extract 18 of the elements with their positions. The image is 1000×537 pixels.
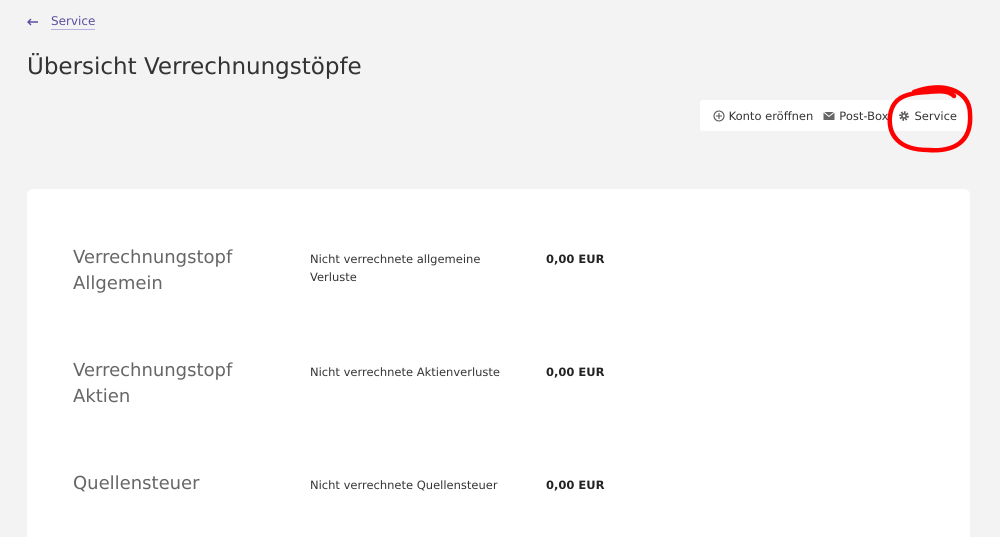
plus-circle-icon (712, 110, 725, 122)
pot-amount: 0,00 EUR (546, 252, 604, 266)
pot-amount: 0,00 EUR (546, 365, 604, 379)
toolbar-button[interactable]: Service (893, 108, 962, 122)
gear-icon (898, 110, 910, 122)
pot-amount: 0,00 EUR (546, 478, 604, 492)
pot-description: Nicht verrechnete Quellensteuer (310, 478, 498, 492)
toolbar-button[interactable]: Konto eröffnen (708, 108, 818, 122)
pot-name: Verrechnungstopf Aktien (73, 360, 232, 407)
page-title: Übersicht Verrechnungstöpfe (27, 54, 363, 80)
envelope-icon (823, 110, 836, 122)
back-arrow-icon (27, 18, 39, 26)
toolbar-button[interactable]: Post-Box (818, 108, 894, 122)
pot-name: Quellensteuer (73, 473, 200, 494)
pot-name: Verrechnungstopf Allgemein (73, 247, 232, 294)
back-link[interactable]: Service (27, 14, 96, 30)
pot-description: Nicht verrechnete allgemeine Verluste (310, 252, 480, 284)
pot-description: Nicht verrechnete Aktienverluste (310, 365, 500, 379)
